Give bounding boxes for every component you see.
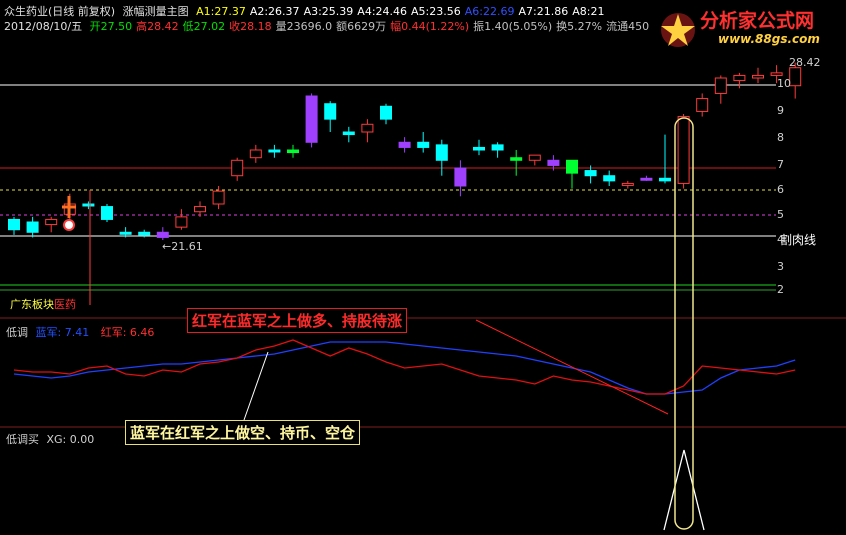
red-army-label: 红军: 6.46 xyxy=(100,326,155,339)
chart-canvas xyxy=(0,62,846,531)
level-label-8: 8 xyxy=(777,131,784,144)
xg-label: XG: 0.00 xyxy=(46,433,95,446)
candle-body-7 xyxy=(138,231,151,236)
candle-body-1 xyxy=(26,221,39,233)
candle-body-32 xyxy=(603,175,616,182)
candle-body-30 xyxy=(566,159,578,174)
candle-body-26 xyxy=(491,144,504,151)
candle-body-37 xyxy=(696,98,709,112)
candle-body-8 xyxy=(156,231,169,238)
candle-body-18 xyxy=(342,131,355,136)
level-label-2: 2 xyxy=(777,283,784,296)
candle-body-22 xyxy=(417,141,430,148)
blue-army-label: 蓝军: 7.41 xyxy=(35,326,90,339)
level-label-5: 5 xyxy=(777,208,784,221)
candle-body-36 xyxy=(677,116,690,184)
candle-body-25 xyxy=(473,146,485,151)
level-label-7: 7 xyxy=(777,158,784,171)
candle-body-39 xyxy=(733,74,746,82)
candle-body-16 xyxy=(305,95,318,143)
level-label-9: 9 xyxy=(777,104,784,117)
level-label-10: 10 xyxy=(777,77,791,90)
annotation-blue-army: 蓝军在红军之上做空、持币、空仓 xyxy=(125,420,361,445)
level-label-4: 4 xyxy=(777,233,784,246)
cut-line-label: 割肉线 xyxy=(780,233,817,247)
candle-body-23 xyxy=(435,144,448,161)
candle-body-34 xyxy=(640,177,653,181)
candle-body-6 xyxy=(119,231,132,235)
candle-body-19 xyxy=(361,123,374,133)
candle-body-27 xyxy=(510,157,523,161)
annotation-red-army: 红军在蓝军之上做多、持股待涨 xyxy=(187,308,408,333)
high-price-label: 28.42 xyxy=(789,56,821,69)
candle-body-2 xyxy=(45,218,58,226)
candle-body-14 xyxy=(268,149,281,153)
candle-body-20 xyxy=(380,105,392,120)
low-price-label: ←21.61 xyxy=(162,240,203,253)
yellow-annotation-pointer xyxy=(243,351,269,421)
buy-signal-spike xyxy=(663,449,705,531)
level-label-3: 3 xyxy=(777,260,784,273)
candle-body-38 xyxy=(714,77,727,94)
buy-marker-icon xyxy=(63,219,75,231)
candle-body-4 xyxy=(82,203,95,207)
candle-body-35 xyxy=(659,177,671,182)
candle-body-33 xyxy=(621,182,634,186)
candle-body-0 xyxy=(8,218,20,231)
candle-body-11 xyxy=(212,190,225,205)
level-label-6: 6 xyxy=(777,183,784,196)
candle-body-9 xyxy=(175,216,188,228)
candle-body-41 xyxy=(770,72,783,76)
candle-body-17 xyxy=(324,103,337,120)
candle-body-24 xyxy=(454,167,467,187)
candle-body-42 xyxy=(789,67,802,87)
sector-label: 广东板块医药 xyxy=(10,298,76,311)
candle-body-31 xyxy=(584,170,597,177)
candle-body-15 xyxy=(287,149,299,154)
candle-body-29 xyxy=(547,159,560,166)
candle-body-5 xyxy=(101,206,113,220)
candle-body-21 xyxy=(398,141,411,148)
panel2-header: 低调 蓝军: 7.41 红军: 6.46 xyxy=(6,326,155,339)
candle-body-10 xyxy=(194,206,206,213)
candle-body-40 xyxy=(752,74,764,79)
stock-chart-window: 众生药业(日线 前复权) 涨幅测量主图 A1:27.37 A2:26.37 A3:2… xyxy=(0,0,846,535)
candle-body-28 xyxy=(528,154,541,161)
candle-body-12 xyxy=(231,159,244,177)
panel3-header: 低调买 XG: 0.00 xyxy=(6,433,95,446)
red-annotation-pointer xyxy=(475,319,669,415)
candle-body-13 xyxy=(249,149,262,159)
